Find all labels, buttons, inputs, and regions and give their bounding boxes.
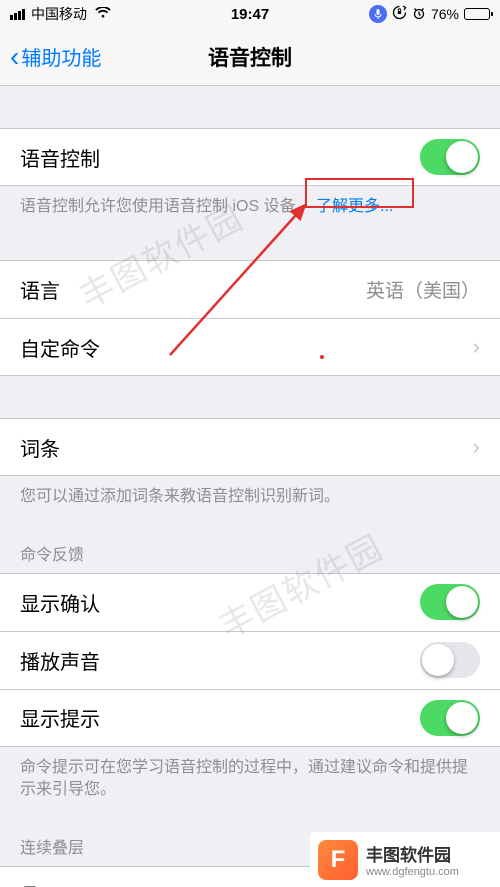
learn-more-link[interactable]: 了解更多...: [316, 198, 393, 215]
back-label: 辅助功能: [21, 42, 101, 71]
page-title: 语音控制: [208, 42, 292, 72]
play-sound-row: 播放声音: [0, 631, 500, 689]
watermark-url: www.dgfengtu.com: [366, 866, 459, 878]
show-hints-switch[interactable]: [420, 700, 480, 736]
chevron-right-icon: ›: [473, 434, 480, 460]
status-bar: 中国移动 19:47 76%: [0, 0, 500, 28]
show-hints-label: 显示提示: [20, 703, 420, 732]
nav-bar: ‹ 辅助功能 语音控制: [0, 28, 500, 86]
orientation-lock-icon: [392, 5, 407, 23]
hints-footer: 命令提示可在您学习语音控制的过程中，通过建议命令和提供提示来引导您。: [0, 747, 500, 802]
show-confirm-row: 显示确认: [0, 573, 500, 631]
wifi-icon: [95, 6, 111, 22]
vocab-label: 词条: [20, 433, 465, 462]
feedback-header: 命令反馈: [0, 541, 500, 573]
watermark-logo-icon: F: [318, 840, 358, 880]
language-value: 英语（美国）: [366, 276, 480, 303]
signal-icon: [10, 9, 25, 20]
language-label: 语言: [20, 275, 366, 304]
carrier-label: 中国移动: [31, 4, 87, 24]
battery-icon: [464, 8, 490, 20]
voice-control-footer: 语音控制允许您使用语音控制 iOS 设备。 了解更多...: [0, 186, 500, 218]
language-row[interactable]: 语言 英语（美国）: [0, 260, 500, 318]
back-button[interactable]: ‹ 辅助功能: [10, 42, 101, 71]
voice-control-switch[interactable]: [420, 139, 480, 175]
play-sound-label: 播放声音: [20, 646, 420, 675]
voice-control-label: 语音控制: [20, 143, 420, 172]
status-time: 19:47: [231, 6, 269, 23]
watermark-title: 丰图软件园: [366, 841, 459, 866]
show-confirm-label: 显示确认: [20, 588, 420, 617]
show-hints-row: 显示提示: [0, 689, 500, 747]
alarm-icon: [412, 6, 426, 23]
vocab-row[interactable]: 词条 ›: [0, 418, 500, 476]
status-left: 中国移动: [10, 4, 111, 24]
annotation-dot: [320, 355, 324, 359]
voice-indicator-icon: [369, 5, 387, 23]
content-scroll[interactable]: 语音控制 语音控制允许您使用语音控制 iOS 设备。 了解更多... 语言 英语…: [0, 86, 500, 887]
chevron-right-icon: ›: [473, 334, 480, 360]
voice-control-row: 语音控制: [0, 128, 500, 186]
show-confirm-switch[interactable]: [420, 584, 480, 620]
vocab-footer: 您可以通过添加词条来教语音控制识别新词。: [0, 476, 500, 508]
custom-commands-label: 自定命令: [20, 333, 465, 362]
voice-control-footer-text: 语音控制允许您使用语音控制 iOS 设备。: [20, 198, 312, 215]
play-sound-switch[interactable]: [420, 642, 480, 678]
status-right: 76%: [369, 5, 490, 23]
custom-commands-row[interactable]: 自定命令 ›: [0, 318, 500, 376]
watermark-badge: F 丰图软件园 www.dgfengtu.com: [310, 832, 500, 887]
chevron-left-icon: ‹: [10, 43, 19, 71]
battery-percent: 76%: [431, 6, 459, 22]
